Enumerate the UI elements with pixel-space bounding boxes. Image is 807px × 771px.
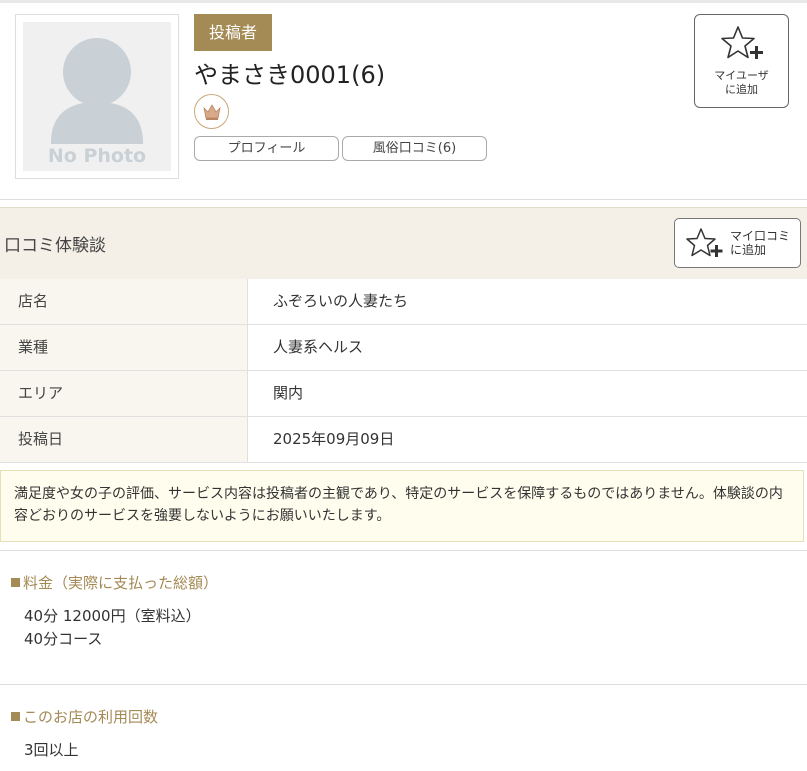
info-row-date: 投稿日 2025年09月09日	[0, 417, 807, 463]
add-myuser-label: マイユーザ に追加	[714, 69, 769, 96]
disclaimer-notice: 満足度や女の子の評価、サービス内容は投稿者の主観であり、特定のサービスを保障する…	[0, 470, 804, 542]
info-row-category: 業種 人妻系ヘルス	[0, 325, 807, 371]
divider	[0, 684, 807, 685]
star-plus-icon	[686, 228, 723, 257]
info-label: 投稿日	[0, 417, 248, 462]
avatar: No Photo	[15, 14, 179, 179]
no-photo-text: No Photo	[48, 145, 146, 167]
star-plus-icon	[721, 26, 763, 59]
shop-name: ふぞろいの人妻たち	[273, 292, 409, 310]
info-row-shop: 店名 ふぞろいの人妻たち	[0, 279, 807, 325]
role-badge: 投稿者	[194, 14, 272, 51]
add-mykuchi-button[interactable]: マイ口コミ に追加	[674, 218, 801, 268]
square-bullet-icon	[11, 578, 20, 587]
price-heading: 料金（実際に支払った総額）	[11, 572, 218, 593]
top-border	[0, 0, 807, 3]
post-date: 2025年09月09日	[273, 430, 395, 448]
section-title: 口コミ体験談	[4, 236, 106, 256]
username: やまさき0001(6)	[194, 61, 386, 89]
info-row-area: エリア 関内	[0, 371, 807, 417]
info-label: 店名	[0, 279, 248, 324]
divider	[0, 199, 807, 200]
square-bullet-icon	[11, 712, 20, 721]
add-mykuchi-label: マイ口コミ に追加	[730, 229, 791, 257]
profile-button[interactable]: プロフィール	[194, 136, 339, 161]
visits-heading: このお店の利用回数	[11, 706, 158, 727]
info-label: エリア	[0, 371, 248, 416]
category-value: 人妻系ヘルス	[273, 338, 364, 356]
add-myuser-button[interactable]: マイユーザ に追加	[694, 14, 789, 108]
area-value: 関内	[273, 384, 304, 402]
visits-value: 3回以上	[24, 741, 79, 759]
no-photo-icon: No Photo	[48, 38, 146, 167]
price-text: 40分 12000円（室料込） 40分コース	[24, 607, 201, 648]
info-label: 業種	[0, 325, 248, 370]
reviews-button[interactable]: 風俗口コミ(6)	[342, 136, 487, 161]
divider	[0, 550, 807, 551]
review-section-header: 口コミ体験談 マイ口コミ に追加	[0, 207, 807, 279]
crown-icon	[194, 94, 229, 129]
